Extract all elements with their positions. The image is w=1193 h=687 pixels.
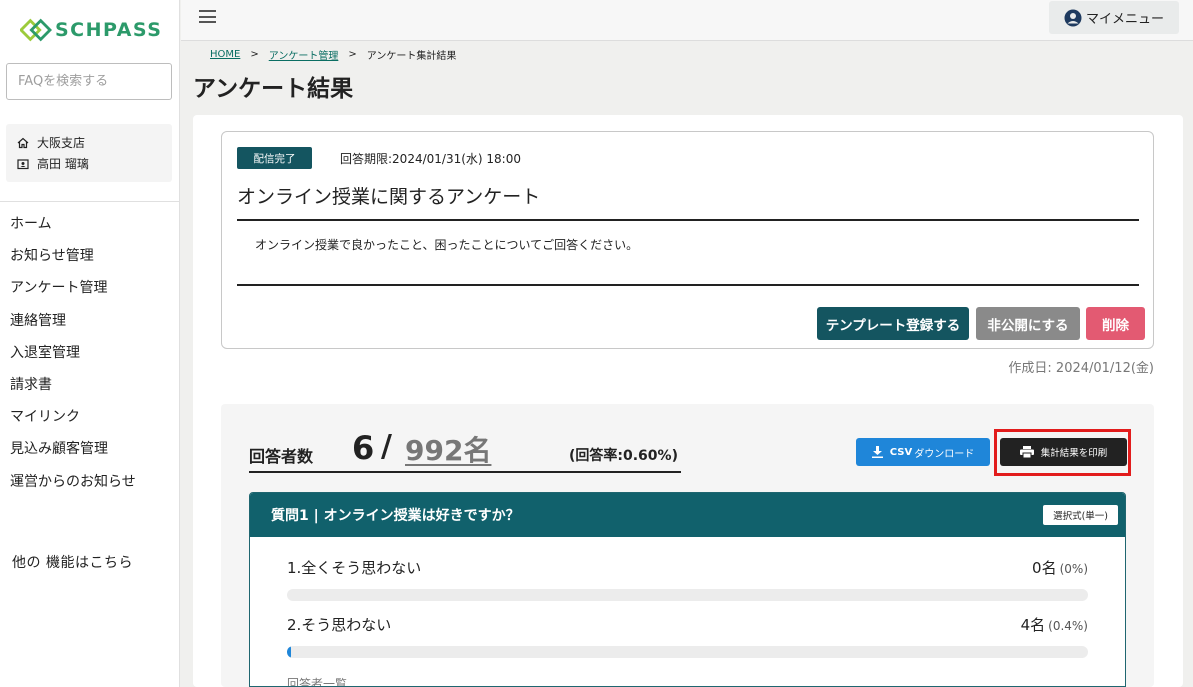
branch-user-box: 大阪支店 高田 瑠璃 [6,124,172,182]
main-card: 配信完了 回答期限:2024/01/31(水) 18:00 オンライン授業に関す… [193,115,1183,687]
print-label: 集計結果を印刷 [1040,448,1108,459]
hamburger-menu-icon[interactable] [199,10,216,23]
breadcrumb-separator: > [250,49,259,60]
option-count: 0名 (0%) [1032,557,1088,578]
option-label: 1.全くそう思わない [287,559,422,577]
id-card-icon [16,157,30,171]
print-results-button[interactable]: 集計結果を印刷 [1000,438,1127,466]
sidebar-divider [0,201,180,202]
breadcrumb: HOME > アンケート管理 > アンケート集計結果 [210,47,456,62]
respondent-count: 6 [352,429,375,467]
sidebar-item-entry-exit[interactable]: 入退室管理 [0,337,180,369]
breadcrumb-survey-mgmt[interactable]: アンケート管理 [269,47,339,62]
sidebar-nav: ホーム お知らせ管理 アンケート管理 連絡管理 入退室管理 請求書 マイリンク … [0,208,180,498]
breadcrumb-current: アンケート集計結果 [366,51,457,62]
deadline-label: 回答期限: [340,152,393,166]
respondent-slash: / [381,429,392,464]
register-template-button[interactable]: テンプレート登録する [817,307,969,340]
logo[interactable]: SCHPASS [20,18,162,42]
option-label: 2.そう思わない [287,616,392,634]
branch-name: 大阪支店 [37,136,86,150]
respondents-label: 回答者数 [249,447,314,466]
delete-button[interactable]: 削除 [1086,307,1145,340]
sidebar-item-prospects[interactable]: 見込み顧客管理 [0,433,180,465]
sidebar-item-notices[interactable]: お知らせ管理 [0,240,180,272]
survey-info-box: 配信完了 回答期限:2024/01/31(水) 18:00 オンライン授業に関す… [221,131,1154,349]
respondent-total-link[interactable]: 992名 [405,429,491,469]
status-badge: 配信完了 [237,147,312,169]
option-percent: (0%) [1059,562,1088,576]
option-progress-bar [287,646,1088,658]
download-label: ダウンロード [914,448,975,460]
sidebar-item-contacts[interactable]: 連絡管理 [0,305,180,337]
option-count: 4名 (0.4%) [1021,614,1088,635]
user-row[interactable]: 高田 瑠璃 [16,153,162,174]
title-divider [237,219,1139,221]
csv-label: CSV [889,446,913,458]
results-panel: 回答者数 6 / 992名 (回答率:0.60%) CSV ダウンロード 集計結果… [221,404,1154,687]
survey-description: オンライン授業で良かったこと、困ったことについてご回答ください。 [255,238,639,252]
sidebar-item-invoices[interactable]: 請求書 [0,369,180,401]
sidebar-item-mylinks[interactable]: マイリンク [0,401,180,433]
printer-icon [1019,446,1034,458]
page-title: アンケート結果 [193,76,354,102]
option-count-value: 4名 [1020,616,1046,634]
topbar: マイメニュー [181,0,1193,41]
other-functions-link[interactable]: 他の 機能はこちら [12,552,133,572]
question-type-badge: 選択式(単一) [1043,505,1118,525]
respondent-list-link[interactable]: 回答者一覧 [287,675,347,686]
created-date: 作成日: 2024/01/12(金) [1008,361,1154,376]
account-circle-icon [1064,9,1082,27]
unpublish-button[interactable]: 非公開にする [976,307,1080,340]
description-divider [237,284,1139,286]
breadcrumb-separator: > [348,49,357,60]
deadline: 回答期限:2024/01/31(水) 18:00 [340,150,521,167]
option-percent: (0.4%) [1048,619,1088,633]
option-count-value: 0名 [1032,559,1057,577]
question-card: 質問1 | オンライン授業は好きですか？ 選択式(単一) 1.全くそう思わない … [249,492,1126,687]
option-progress-fill [287,646,291,658]
breadcrumb-home[interactable]: HOME [210,49,240,60]
csv-download-button[interactable]: CSV ダウンロード [856,438,990,466]
my-menu-button[interactable]: マイメニュー [1049,1,1179,34]
sidebar-item-home[interactable]: ホーム [0,208,180,240]
option-progress-bar [287,589,1088,601]
download-icon [871,446,883,458]
respondent-summary: 回答者数 6 / 992名 (回答率:0.60%) [249,421,681,473]
sidebar-item-operator-notices[interactable]: 運営からのお知らせ [0,466,180,498]
survey-title: オンライン授業に関するアンケート [237,186,541,208]
logo-mark-icon [20,18,52,42]
sidebar: SCHPASS 大阪支店 高田 瑠璃 ホーム お知らせ管理 アンケート管理 連絡… [0,0,180,687]
home-icon [16,136,30,150]
response-rate: (回答率:0.60%) [569,448,678,464]
question-title: 質問1 | オンライン授業は好きですか？ [271,508,520,524]
logo-text: SCHPASS [55,19,163,41]
question-header: 質問1 | オンライン授業は好きですか？ 選択式(単一) [250,493,1125,537]
branch-row[interactable]: 大阪支店 [16,132,162,153]
user-name: 高田 瑠璃 [37,157,89,171]
my-menu-label: マイメニュー [1085,12,1164,27]
faq-search-input[interactable] [6,63,172,100]
deadline-value: 2024/01/31(水) 18:00 [392,152,521,166]
sidebar-item-surveys[interactable]: アンケート管理 [0,272,180,304]
